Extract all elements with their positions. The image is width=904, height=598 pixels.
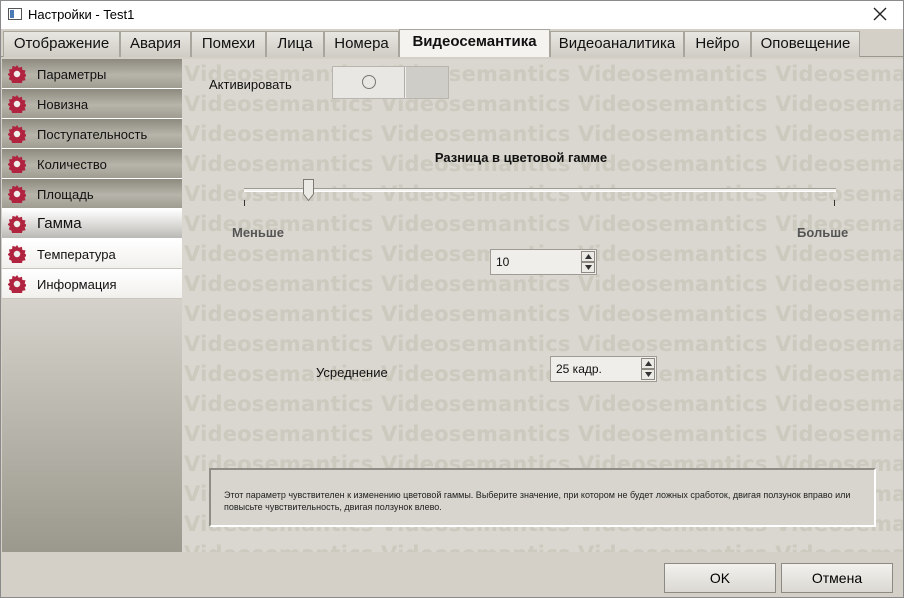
sidebar-item-temperature[interactable]: Температура	[2, 239, 182, 269]
toggle-track	[406, 67, 448, 98]
sidebar-item-label: Температура	[37, 247, 116, 262]
sidebar: Параметры Новизна Поступательность Колич…	[2, 59, 182, 552]
sidebar-item-label: Гамма	[37, 215, 82, 232]
sidebar-item-novelty[interactable]: Новизна	[2, 89, 182, 119]
watermark-row: Videosemantics Videosemantics Videoseman…	[184, 332, 903, 356]
spin-up-button[interactable]	[581, 251, 595, 262]
spin-down-button[interactable]	[641, 369, 655, 380]
arrow-up-icon	[645, 361, 652, 366]
sidebar-item-label: Количество	[37, 157, 107, 172]
sidebar-item-gamma[interactable]: Гамма	[2, 209, 182, 239]
gear-icon	[8, 185, 26, 203]
tab-faces[interactable]: Лица	[266, 31, 324, 57]
slider-tick-max	[834, 200, 835, 206]
dialog-footer: OK Отмена	[1, 552, 903, 597]
watermark-row: Videosemantics Videosemantics Videoseman…	[184, 362, 903, 386]
info-text: Этот параметр чувствителен к изменению ц…	[224, 490, 851, 512]
watermark-row: Videosemantics Videosemantics Videoseman…	[184, 122, 903, 146]
threshold-spinbox[interactable]: 10	[490, 249, 597, 275]
settings-window: Настройки - Test1 Отображение Авария Пом…	[0, 0, 904, 598]
tab-alarm[interactable]: Авария	[120, 31, 191, 57]
slider-tick-min	[244, 200, 245, 206]
watermark-row: Videosemantics Videosemantics Videoseman…	[184, 92, 903, 116]
app-icon	[8, 8, 22, 20]
sidebar-item-label: Поступательность	[37, 127, 148, 142]
spin-down-button[interactable]	[581, 262, 595, 273]
activate-label: Активировать	[209, 77, 292, 92]
sidebar-item-label: Информация	[37, 277, 117, 292]
tab-noise[interactable]: Помехи	[191, 31, 266, 57]
sidebar-item-area[interactable]: Площадь	[2, 179, 182, 209]
title-bar: Настройки - Test1	[1, 1, 903, 29]
settings-panel: Videosemantics Videosemantics Videoseman…	[182, 59, 903, 552]
gear-icon	[8, 65, 26, 83]
sidebar-item-quantity[interactable]: Количество	[2, 149, 182, 179]
tab-neuro[interactable]: Нейро	[684, 31, 751, 57]
tab-videosemantics[interactable]: Видеосемантика	[399, 29, 550, 57]
sensitivity-slider[interactable]	[244, 188, 836, 192]
ok-button[interactable]: OK	[664, 563, 776, 593]
close-button[interactable]	[857, 1, 903, 29]
arrow-down-icon	[645, 372, 652, 377]
close-icon	[873, 7, 887, 21]
averaging-spinbox[interactable]: 25 кадр.	[550, 356, 657, 382]
watermark-row: Videosemantics Videosemantics Videoseman…	[184, 392, 903, 416]
gear-icon	[8, 275, 26, 293]
toggle-off-indicator-icon	[362, 75, 376, 89]
gear-icon	[8, 155, 26, 173]
tab-bar: Отображение Авария Помехи Лица Номера Ви…	[1, 29, 903, 57]
cancel-button[interactable]: Отмена	[781, 563, 893, 593]
gear-icon	[8, 245, 26, 263]
tab-videoanalytics[interactable]: Видеоаналитика	[550, 31, 684, 57]
sidebar-item-label: Параметры	[37, 67, 107, 82]
info-box: Этот параметр чувствителен к изменению ц…	[209, 468, 876, 527]
tab-plates[interactable]: Номера	[324, 31, 399, 57]
range-min-label: Меньше	[232, 225, 284, 240]
watermark-row: Videosemantics Videosemantics Videoseman…	[184, 422, 903, 446]
tab-notification[interactable]: Оповещение	[751, 31, 860, 57]
sidebar-item-parameters[interactable]: Параметры	[2, 59, 182, 89]
arrow-up-icon	[585, 254, 592, 259]
gear-icon	[8, 95, 26, 113]
watermark-row: Videosemantics Videosemantics Videoseman…	[184, 302, 903, 326]
gear-icon	[8, 215, 26, 233]
threshold-value: 10	[496, 255, 510, 269]
section-title: Разница в цветовой гамме	[434, 150, 608, 165]
watermark-row: Videosemantics Videosemantics Videoseman…	[184, 272, 903, 296]
watermark-row: Videosemantics Videosemantics Videoseman…	[184, 542, 903, 552]
window-title: Настройки - Test1	[28, 7, 135, 22]
toggle-knob	[333, 67, 405, 98]
averaging-spin-buttons	[641, 358, 655, 380]
watermark-row: Videosemantics Videosemantics Videoseman…	[184, 212, 903, 236]
slider-thumb[interactable]	[303, 179, 315, 201]
sidebar-item-information[interactable]: Информация	[2, 269, 182, 299]
activate-toggle[interactable]	[332, 66, 449, 99]
sidebar-item-translation[interactable]: Поступательность	[2, 119, 182, 149]
tab-display[interactable]: Отображение	[3, 31, 120, 57]
arrow-down-icon	[585, 265, 592, 270]
threshold-spin-buttons	[581, 251, 595, 273]
sidebar-item-label: Новизна	[37, 97, 89, 112]
watermark-row: Videosemantics Videosemantics Videoseman…	[184, 182, 903, 206]
spin-up-button[interactable]	[641, 358, 655, 369]
range-max-label: Больше	[797, 225, 849, 240]
sidebar-item-label: Площадь	[37, 187, 94, 202]
averaging-value: 25 кадр.	[556, 362, 602, 376]
gear-icon	[8, 125, 26, 143]
averaging-label: Усреднение	[316, 365, 388, 380]
